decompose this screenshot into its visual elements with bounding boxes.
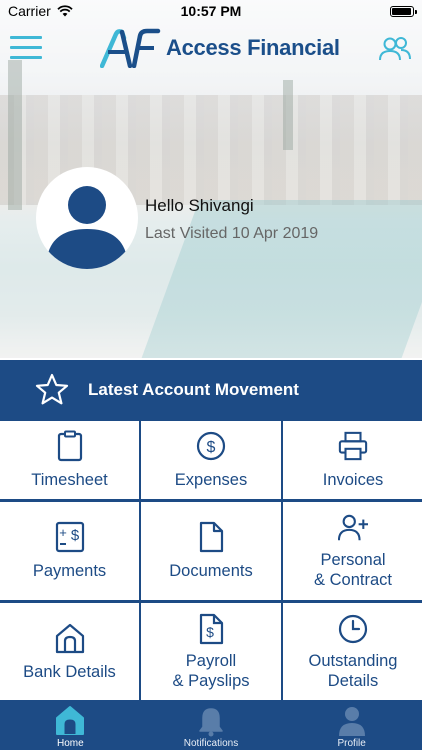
person-icon [338, 707, 365, 736]
tile-label: Payments [32, 562, 107, 580]
tile-payroll-payslips[interactable]: $ Payroll & Payslips [141, 603, 281, 701]
tile-expenses[interactable]: $ Expenses [141, 421, 281, 499]
tile-payments[interactable]: + $ Payments [0, 502, 139, 600]
tile-label-line2: Details [327, 672, 379, 690]
svg-text:$: $ [207, 439, 216, 456]
tab-notifications[interactable]: Notifications [141, 700, 282, 750]
tile-label: Bank Details [23, 663, 116, 681]
status-left: Carrier [8, 3, 73, 19]
battery-icon [390, 5, 417, 17]
tile-label: Invoices [322, 471, 384, 489]
payslip-icon: $ [199, 613, 224, 645]
app-header: Access Financial [0, 22, 422, 74]
tab-profile[interactable]: Profile [281, 700, 422, 750]
carrier-label: Carrier [8, 3, 51, 19]
tile-personal-contract[interactable]: Personal & Contract [283, 502, 422, 600]
tab-home-label: Home [56, 738, 84, 749]
brand-name: Access Financial [166, 35, 340, 60]
latest-account-movement-button[interactable]: Latest Account Movement [0, 360, 422, 420]
tile-label: Outstanding [308, 652, 398, 670]
printer-icon [338, 431, 368, 461]
dollar-circle-icon: $ [196, 431, 226, 461]
clipboard-icon [57, 430, 82, 462]
bottom-tab-bar: Home Notifications Profile [0, 700, 422, 750]
payment-calculator-icon: + $ [55, 521, 84, 553]
tile-bank-details[interactable]: Bank Details [0, 603, 139, 701]
svg-text:+: + [59, 525, 67, 540]
menu-line [10, 46, 42, 49]
add-user-icon [338, 514, 368, 541]
svg-text:$: $ [70, 527, 79, 544]
battery-level [392, 7, 411, 15]
svg-text:$: $ [206, 624, 214, 640]
tile-label: Personal [320, 551, 386, 569]
greeting-block: Hello Shivangi Last Visited 10 Apr 2019 [145, 196, 318, 243]
menu-line [10, 36, 42, 39]
hamburger-menu-button[interactable] [10, 36, 42, 60]
tab-notifications-label: Notifications [183, 738, 239, 749]
af-logo-mark-icon [100, 28, 161, 68]
tile-outstanding-details[interactable]: Outstanding Details [283, 603, 422, 701]
document-icon [199, 521, 224, 553]
users-icon[interactable] [378, 34, 412, 64]
star-icon [35, 373, 69, 405]
greeting-text: Hello Shivangi [145, 196, 254, 215]
tile-invoices[interactable]: Invoices [283, 421, 422, 499]
person-silhouette-icon [46, 186, 128, 269]
tile-label-line2: & Contract [314, 571, 392, 589]
tile-label-line2: & Payslips [172, 672, 250, 690]
brand-logo: Access Financial [100, 28, 340, 68]
latest-account-movement-label: Latest Account Movement [88, 380, 299, 399]
wifi-icon [57, 5, 73, 17]
tile-label: Expenses [174, 471, 248, 489]
home-icon [56, 706, 85, 735]
bell-icon [199, 708, 223, 737]
tile-label: Timesheet [31, 471, 108, 489]
menu-line [10, 56, 42, 59]
tile-documents[interactable]: Documents [141, 502, 281, 600]
menu-grid: Timesheet $ Expenses Invoices + $ Paymen… [0, 420, 422, 701]
bank-icon [55, 623, 84, 654]
user-avatar[interactable] [36, 167, 138, 269]
tab-profile-label: Profile [337, 738, 366, 749]
tile-label: Documents [169, 562, 253, 580]
status-bar: Carrier 10:57 PM [0, 0, 422, 22]
tile-timesheet[interactable]: Timesheet [0, 421, 139, 499]
tile-label: Payroll [185, 652, 237, 670]
last-visited-text: Last Visited 10 Apr 2019 [145, 225, 319, 242]
tab-home[interactable]: Home [0, 700, 141, 750]
clock-icon [338, 614, 368, 644]
